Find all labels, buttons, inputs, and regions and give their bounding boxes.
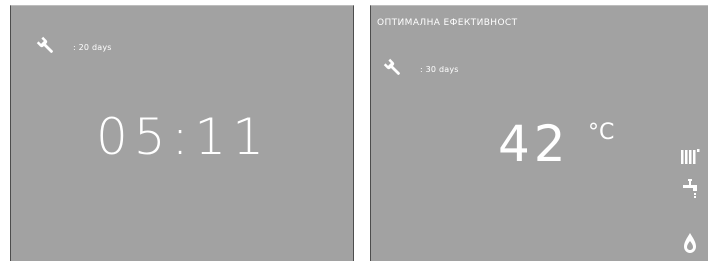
mode-title: ОПТИМАЛНА ЕФЕКТИВНОСТ (377, 18, 518, 28)
wrench-icon (383, 58, 400, 75)
operating-screen: ОПТИМАЛНА ЕФЕКТИВНОСТ : 30 days 42 °C (370, 5, 708, 261)
flame-icon (684, 233, 696, 253)
temperature-display: 42 °C (498, 119, 614, 169)
service-indicator: : 30 days (383, 58, 459, 78)
display-comparison: : 20 days 05:11 ОПТИМАЛНА ЕФЕКТИВНОСТ : … (0, 0, 708, 261)
clock-display: 05:11 (95, 108, 271, 166)
standby-screen: : 20 days 05:11 (10, 5, 354, 261)
temperature-value: 42 (498, 115, 570, 173)
service-countdown: : 30 days (420, 64, 459, 74)
tap-icon (683, 179, 697, 198)
wrench-icon (36, 36, 53, 53)
temperature-unit: °C (588, 120, 615, 145)
service-indicator: : 20 days (36, 36, 112, 56)
service-countdown: : 20 days (73, 42, 112, 52)
radiator-icon (681, 149, 700, 164)
